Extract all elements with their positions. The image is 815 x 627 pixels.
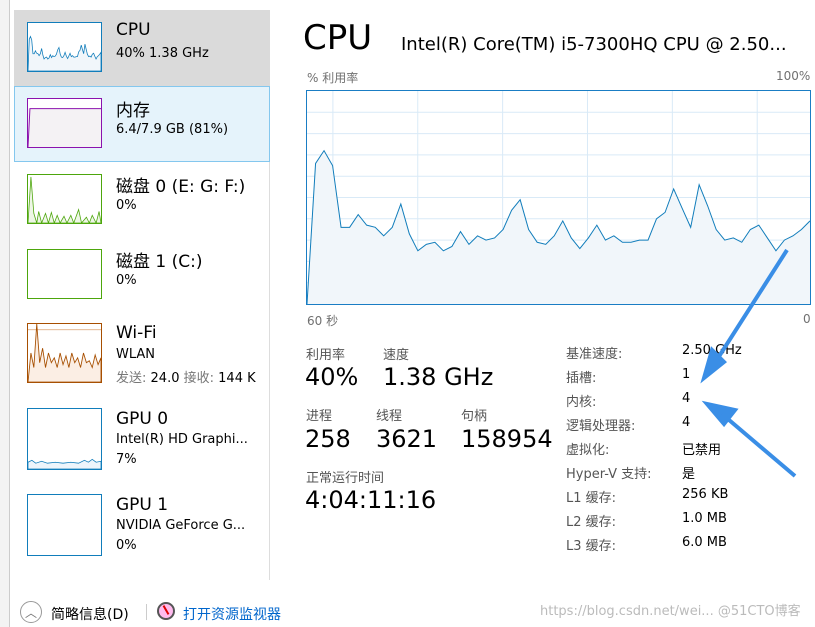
graph-x-right-label: 0 (803, 312, 811, 326)
sidebar-item-gpu-1[interactable]: GPU 1 NVIDIA GeForce G... 0% (14, 485, 270, 561)
graph-max-label: 100% (776, 69, 811, 83)
wifi-throughput: 发送: 24.0 接收: 144 K (116, 371, 256, 386)
resource-sidebar: CPU 40% 1.38 GHz 内存 6.4/7.9 GB (81%) 磁盘 … (14, 10, 270, 580)
spec-label: L3 缓存: (566, 539, 617, 554)
spec-value: 是 (682, 467, 696, 482)
graph-y-label: % 利用率 (307, 71, 359, 85)
spec-label: L2 缓存: (566, 515, 617, 530)
memory-thumbnail (27, 98, 102, 148)
open-resource-monitor-link[interactable]: 打开资源监视器 (183, 604, 281, 624)
collapse-chevron-up-icon[interactable]: ︿ (20, 601, 42, 623)
uptime-value: 4:04:11:16 (305, 486, 437, 514)
spec-value: 6.0 MB (682, 535, 727, 550)
cpu-thumbnail-line (28, 35, 101, 71)
processes-value: 258 (305, 425, 351, 453)
spec-value: 1 (682, 367, 691, 382)
sidebar-item-wifi[interactable]: Wi-Fi WLAN 发送: 24.0 接收: 144 K (14, 313, 270, 389)
spec-label: Hyper-V 支持: (566, 467, 652, 482)
background-window-edge (0, 0, 10, 627)
spec-value: 4 (682, 391, 691, 406)
page-title: CPU (303, 18, 373, 58)
sidebar-item-cpu[interactable]: CPU 40% 1.38 GHz (14, 10, 270, 86)
spec-value: 2.50 GHz (682, 343, 742, 358)
spec-value: 已禁用 (682, 443, 722, 458)
utilization-area (307, 150, 810, 304)
wifi-thumbnail (27, 323, 102, 383)
spec-label: L1 缓存: (566, 491, 617, 506)
speed-value: 1.38 GHz (383, 363, 494, 391)
spec-value: 256 KB (682, 487, 729, 502)
resource-monitor-icon (157, 602, 175, 620)
sidebar-item-disk-0[interactable]: 磁盘 0 (E: G: F:) 0% (14, 162, 270, 238)
spec-value: 1.0 MB (682, 511, 727, 526)
spec-label: 逻辑处理器: (566, 419, 636, 434)
gpu1-thumbnail (27, 494, 102, 556)
gpu0-thumbnail (27, 408, 102, 470)
sidebar-item-memory[interactable]: 内存 6.4/7.9 GB (81%) (14, 86, 270, 162)
summary-button[interactable]: 简略信息(D) (51, 604, 129, 624)
graph-x-left-label: 60 秒 (307, 314, 339, 328)
spec-value: 4 (682, 415, 691, 430)
threads-value: 3621 (376, 425, 438, 453)
sidebar-item-disk-1[interactable]: 磁盘 1 (C:) 0% (14, 237, 270, 313)
watermark: https://blog.csdn.net/wei... @51CTO博客 (540, 604, 801, 619)
cpu-thumbnail (27, 22, 102, 72)
spec-label: 内核: (566, 395, 597, 410)
spec-label: 基准速度: (566, 347, 623, 362)
cpu-model: Intel(R) Core(TM) i5-7300HQ CPU @ 2.50..… (401, 34, 787, 55)
footer-divider (146, 604, 147, 620)
utilization-value: 40% (305, 363, 359, 391)
sidebar-item-gpu-0[interactable]: GPU 0 Intel(R) HD Graphi... 7% (14, 399, 270, 475)
disk1-thumbnail (27, 249, 102, 299)
spec-label: 插槽: (566, 371, 597, 386)
handles-value: 158954 (461, 425, 553, 453)
spec-label: 虚拟化: (566, 443, 610, 458)
cpu-utilization-graph (306, 90, 811, 305)
disk0-thumbnail (27, 174, 102, 224)
